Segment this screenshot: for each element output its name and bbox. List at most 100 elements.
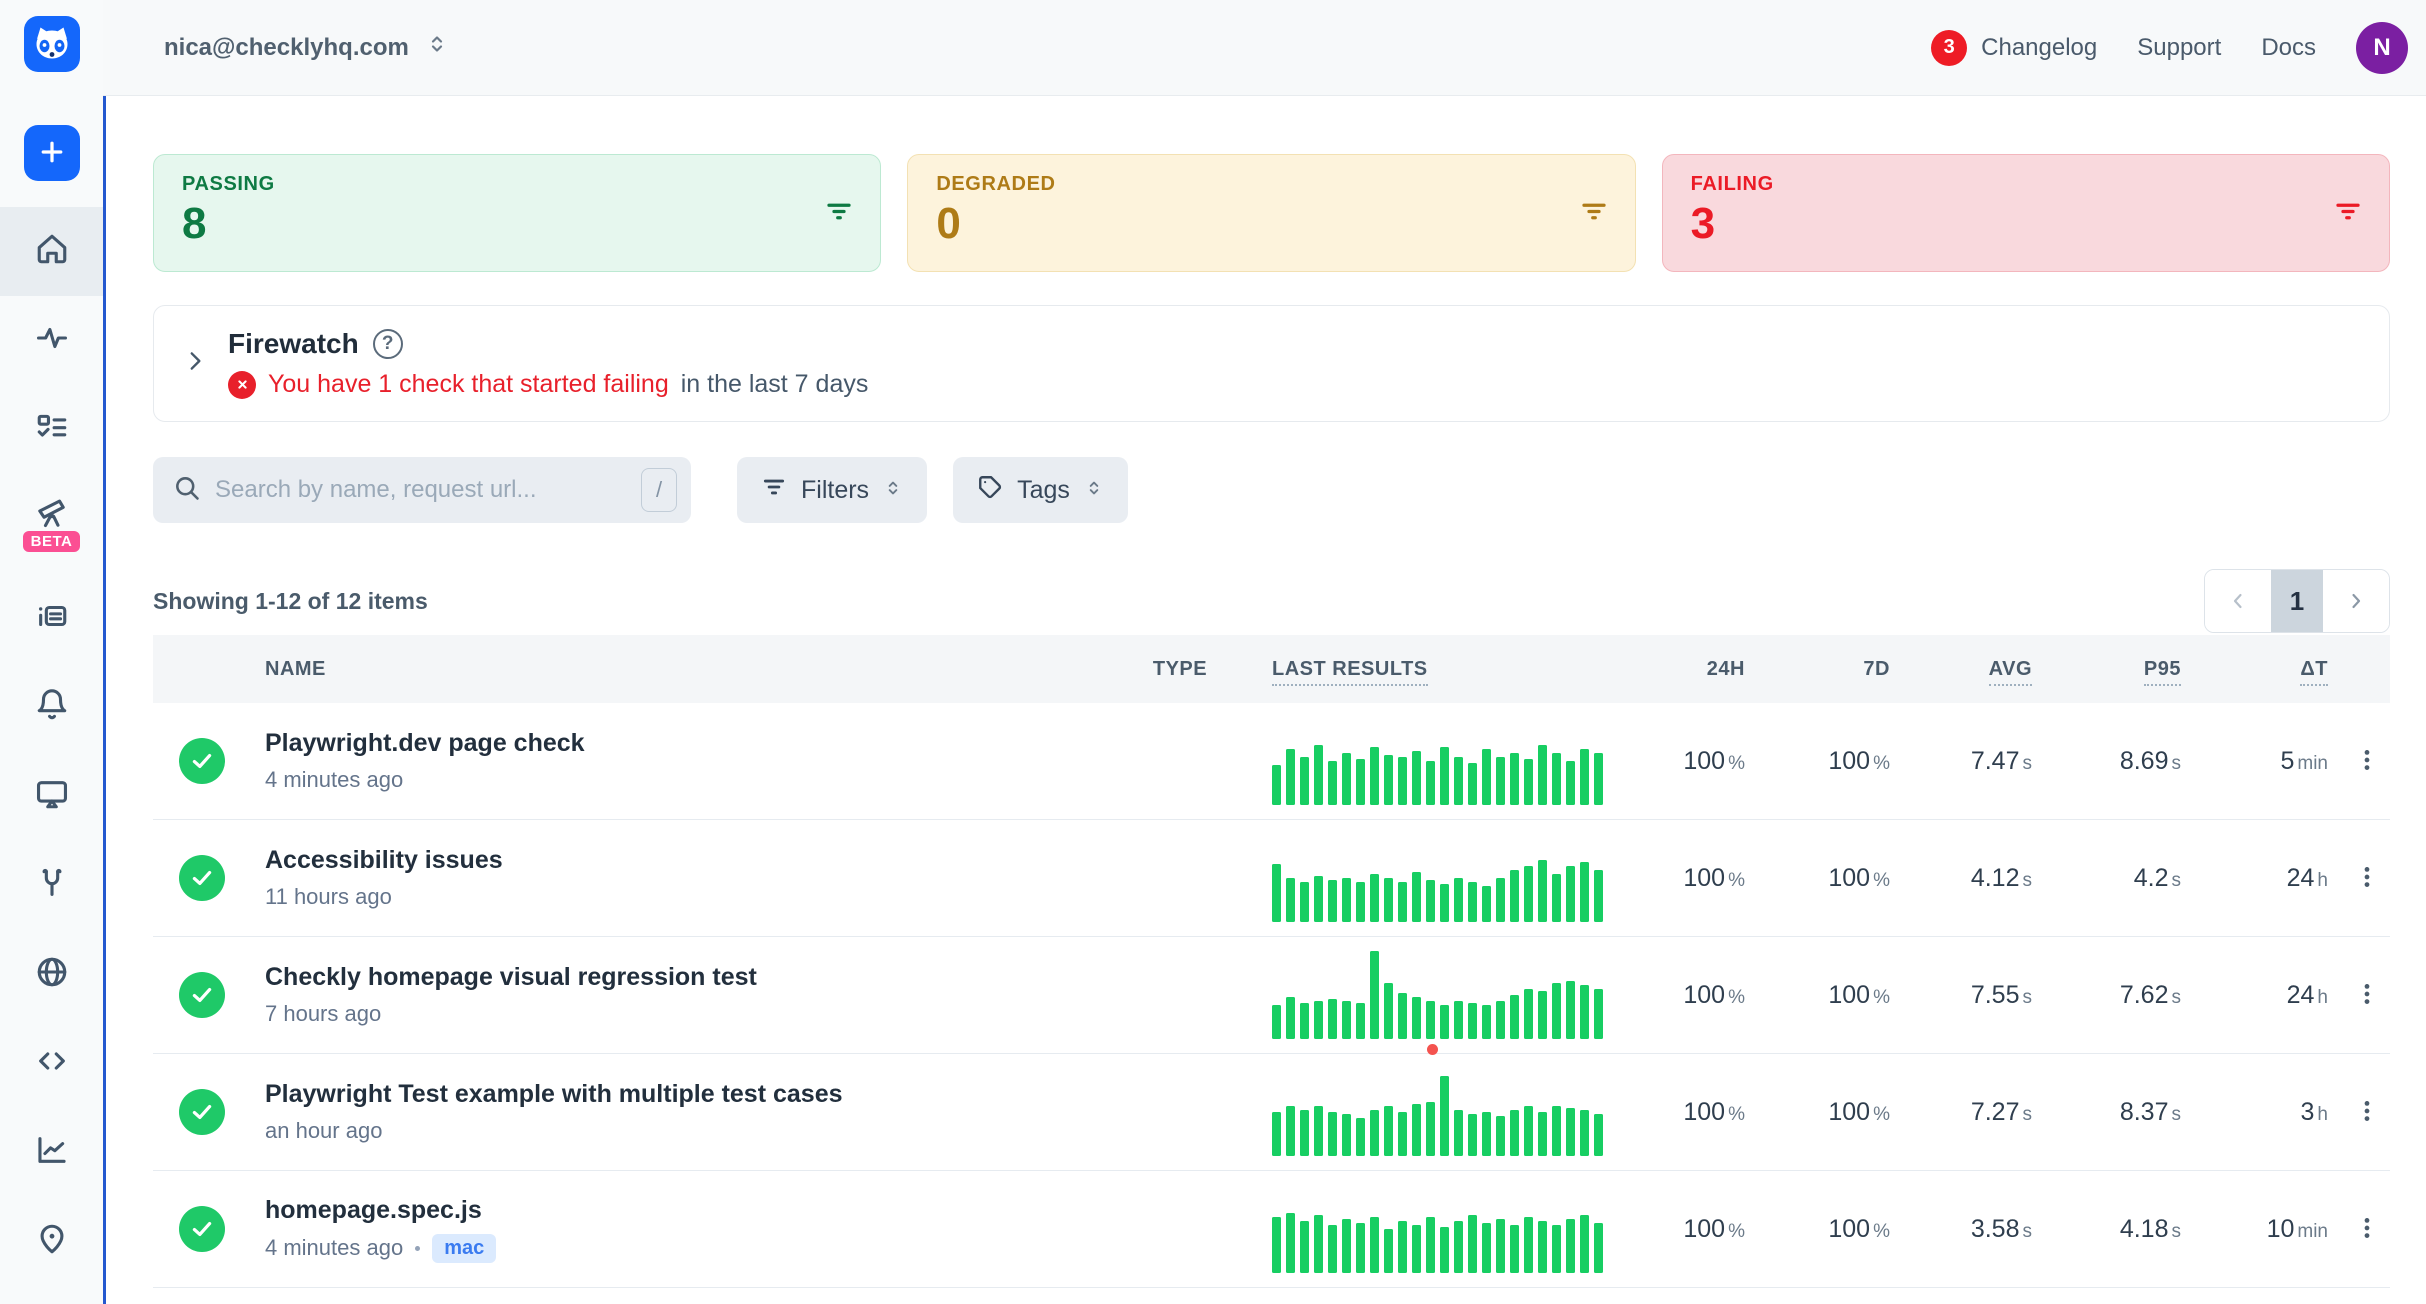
sidebar-item-private-locations[interactable] xyxy=(0,930,103,1019)
row-menu-button[interactable] xyxy=(2348,741,2386,782)
result-bar[interactable] xyxy=(1524,866,1533,922)
result-bar[interactable] xyxy=(1552,753,1561,805)
sidebar-item-analytics[interactable] xyxy=(0,1108,103,1197)
result-bar[interactable] xyxy=(1300,757,1309,805)
result-bar[interactable] xyxy=(1370,951,1379,1039)
result-bar[interactable] xyxy=(1426,1001,1435,1039)
result-bar[interactable] xyxy=(1524,989,1533,1039)
result-bar[interactable] xyxy=(1314,1215,1323,1273)
result-bar[interactable] xyxy=(1412,1104,1421,1156)
changelog-count-badge[interactable]: 3 xyxy=(1931,30,1967,66)
col-avg[interactable]: AVG xyxy=(1890,658,2032,681)
row-menu-button[interactable] xyxy=(2348,1209,2386,1250)
result-bar[interactable] xyxy=(1272,1217,1281,1273)
sidebar-item-monitors[interactable] xyxy=(0,296,103,385)
col-last-results[interactable]: LAST RESULTS xyxy=(1240,658,1640,681)
result-bar[interactable] xyxy=(1412,997,1421,1039)
result-bar[interactable] xyxy=(1566,981,1575,1039)
result-bar[interactable] xyxy=(1328,761,1337,805)
result-bar[interactable] xyxy=(1524,759,1533,805)
result-bar[interactable] xyxy=(1384,755,1393,805)
result-bar[interactable] xyxy=(1314,1106,1323,1156)
result-bar[interactable] xyxy=(1412,751,1421,805)
result-bar[interactable] xyxy=(1440,1005,1449,1039)
status-filter-card[interactable]: DEGRADED 0 xyxy=(907,154,1635,272)
result-bar[interactable] xyxy=(1342,878,1351,922)
result-bar[interactable] xyxy=(1552,1106,1561,1156)
result-bar[interactable] xyxy=(1440,1076,1449,1156)
result-bar[interactable] xyxy=(1412,1225,1421,1273)
result-bar[interactable] xyxy=(1454,878,1463,922)
result-bar[interactable] xyxy=(1286,997,1295,1039)
table-row[interactable]: Checkly homepage visual regression test … xyxy=(153,937,2390,1054)
result-bar[interactable] xyxy=(1496,1001,1505,1039)
result-bar[interactable] xyxy=(1286,878,1295,922)
nav-docs[interactable]: Docs xyxy=(2261,34,2316,62)
result-bar[interactable] xyxy=(1552,983,1561,1039)
nav-support[interactable]: Support xyxy=(2137,34,2221,62)
result-bar[interactable] xyxy=(1314,876,1323,922)
result-bar[interactable] xyxy=(1510,995,1519,1039)
result-bar[interactable] xyxy=(1440,1227,1449,1273)
result-bar[interactable] xyxy=(1468,1114,1477,1156)
result-bar[interactable] xyxy=(1566,761,1575,805)
sidebar-item-alerts[interactable] xyxy=(0,663,103,752)
filter-icon[interactable] xyxy=(1579,197,1609,230)
result-bar[interactable] xyxy=(1538,1221,1547,1273)
nav-changelog[interactable]: Changelog xyxy=(1981,34,2097,62)
search-input[interactable] xyxy=(215,476,627,504)
result-bar[interactable] xyxy=(1398,1112,1407,1156)
check-name[interactable]: Playwright Test example with multiple te… xyxy=(265,1080,1120,1109)
result-bar[interactable] xyxy=(1594,1223,1603,1273)
result-bar[interactable] xyxy=(1370,1110,1379,1156)
sidebar-item-locations[interactable] xyxy=(0,1197,103,1286)
result-bar[interactable] xyxy=(1538,1112,1547,1156)
col-p95[interactable]: P95 xyxy=(2032,658,2181,681)
result-bar[interactable] xyxy=(1468,882,1477,922)
result-bar[interactable] xyxy=(1566,1219,1575,1273)
result-bar[interactable] xyxy=(1552,1225,1561,1273)
account-switcher[interactable]: nica@checklyhq.com xyxy=(164,32,449,63)
result-bar[interactable] xyxy=(1538,860,1547,922)
last-results-chart[interactable] xyxy=(1240,1068,1640,1156)
result-bar[interactable] xyxy=(1328,880,1337,922)
result-bar[interactable] xyxy=(1510,753,1519,805)
result-bar[interactable] xyxy=(1580,1215,1589,1273)
result-bar[interactable] xyxy=(1272,1112,1281,1156)
row-menu-button[interactable] xyxy=(2348,858,2386,899)
result-bar[interactable] xyxy=(1482,1223,1491,1273)
result-bar[interactable] xyxy=(1566,1108,1575,1156)
sidebar-item-home[interactable] xyxy=(0,207,103,296)
table-row[interactable]: Playwright.dev page check 4 minutes ago … xyxy=(153,703,2390,820)
result-bar[interactable] xyxy=(1468,1215,1477,1273)
result-bar[interactable] xyxy=(1510,1225,1519,1273)
sidebar-item-checks[interactable] xyxy=(0,385,103,474)
table-row[interactable]: Accessibility issues 11 hours ago 100% 1… xyxy=(153,820,2390,937)
result-bar[interactable] xyxy=(1580,862,1589,922)
result-bar[interactable] xyxy=(1356,1223,1365,1273)
result-bar[interactable] xyxy=(1496,878,1505,922)
create-button[interactable] xyxy=(24,125,80,181)
status-filter-card[interactable]: PASSING 8 xyxy=(153,154,881,272)
prev-page-button[interactable] xyxy=(2205,570,2271,632)
result-bar[interactable] xyxy=(1384,983,1393,1039)
status-filter-card[interactable]: FAILING 3 xyxy=(1662,154,2390,272)
result-bar[interactable] xyxy=(1272,765,1281,805)
sidebar-item-traces[interactable]: BETA xyxy=(0,474,103,574)
result-bar[interactable] xyxy=(1314,745,1323,805)
result-bar[interactable] xyxy=(1384,878,1393,922)
check-tag[interactable]: mac xyxy=(432,1234,496,1263)
result-bar[interactable] xyxy=(1594,989,1603,1039)
sidebar-item-maintenance[interactable] xyxy=(0,841,103,930)
sidebar-item-dashboards[interactable] xyxy=(0,752,103,841)
result-bar[interactable] xyxy=(1356,882,1365,922)
user-avatar[interactable]: N xyxy=(2356,22,2408,74)
result-bar[interactable] xyxy=(1594,870,1603,922)
result-bar[interactable] xyxy=(1426,1102,1435,1156)
col-dt[interactable]: ΔT xyxy=(2181,658,2328,681)
result-bar[interactable] xyxy=(1398,757,1407,805)
check-name[interactable]: Playwright.dev page check xyxy=(265,729,1120,758)
result-bar[interactable] xyxy=(1398,1221,1407,1273)
result-bar[interactable] xyxy=(1454,1001,1463,1039)
result-bar[interactable] xyxy=(1510,1110,1519,1156)
